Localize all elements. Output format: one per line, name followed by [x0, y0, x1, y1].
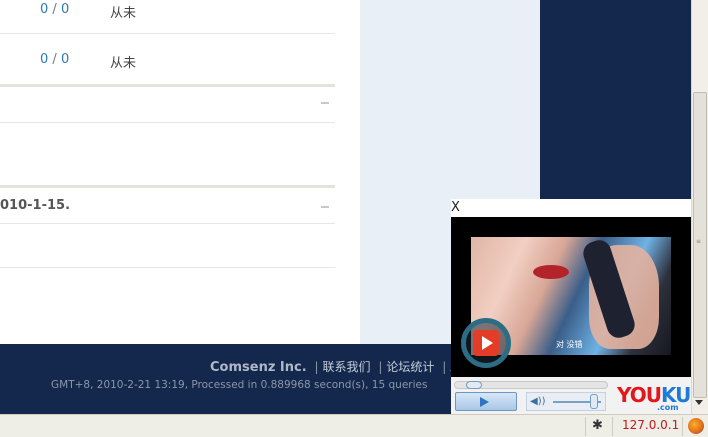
sidebar-dark-panel: [540, 0, 691, 200]
forum-content: 0 / 0 从未 0 / 0 从未 010-1-15.: [0, 0, 360, 344]
play-button[interactable]: [455, 392, 517, 411]
forum-replies-count[interactable]: 0: [61, 2, 69, 17]
browser-status-bar: ✱ 127.0.0.1: [0, 414, 708, 437]
scroll-down-arrow-icon[interactable]: [695, 400, 703, 405]
footer-link-contact[interactable]: 联系我们: [323, 360, 371, 374]
footer-processing-info: GMT+8, 2010-2-21 13:19, Processed in 0.8…: [51, 379, 428, 391]
scroll-grip-icon: ≡: [696, 238, 702, 245]
forum-stats: 0 / 0: [40, 52, 69, 67]
forum-replies-count[interactable]: 0: [61, 52, 69, 67]
big-play-button[interactable]: [461, 318, 511, 368]
footer-separator: |: [442, 360, 447, 374]
section-body: [0, 224, 335, 268]
section-header: [0, 87, 335, 123]
status-ip-address[interactable]: 127.0.0.1: [622, 418, 679, 432]
forum-row: 0 / 0 从未: [0, 0, 335, 34]
video-screen[interactable]: 对 没错: [451, 217, 691, 377]
footer-separator: |: [314, 360, 319, 374]
close-button[interactable]: X: [451, 200, 460, 215]
play-icon: [473, 330, 499, 356]
footer-separator: |: [378, 360, 383, 374]
status-divider: [682, 417, 683, 436]
youku-logo[interactable]: YOUKU .com: [617, 383, 691, 412]
video-lips-shape: [533, 265, 569, 279]
forum-stats: 0 / 0: [40, 2, 69, 17]
volume-icon[interactable]: ◀)): [530, 396, 546, 407]
forum-stats-separator: /: [48, 2, 61, 17]
status-divider: [612, 417, 613, 436]
scrollbar-thumb[interactable]: [693, 92, 707, 398]
volume-knob[interactable]: [590, 394, 598, 409]
forum-row: 0 / 0 从未: [0, 34, 335, 84]
collapse-icon[interactable]: [321, 102, 329, 104]
youku-logo-com: .com: [657, 403, 679, 412]
footer-links: Comsenz Inc. |联系我们 |论坛统计 |A: [210, 358, 459, 375]
firefox-icon[interactable]: [688, 418, 704, 434]
youku-logo-text: YOUKU: [617, 383, 691, 407]
forum-last-post: 从未: [110, 56, 137, 71]
player-controls: ◀)) YOUKU .com: [451, 377, 691, 414]
video-subtitle: 对 没错: [556, 340, 583, 349]
footer-link-stats[interactable]: 论坛统计: [386, 360, 434, 374]
section-header: [0, 188, 335, 224]
seek-knob[interactable]: [466, 381, 482, 389]
vertical-scrollbar[interactable]: ≡: [691, 0, 708, 414]
forum-last-post: 从未: [110, 6, 137, 21]
status-divider: [585, 417, 586, 436]
youku-logo-you: YOU: [617, 383, 662, 407]
seek-bar[interactable]: [454, 381, 608, 389]
volume-control[interactable]: ◀)): [526, 392, 606, 411]
footer-brand-link[interactable]: Comsenz Inc.: [210, 360, 307, 375]
forum-stats-separator: /: [48, 52, 61, 67]
firebug-icon[interactable]: ✱: [592, 418, 603, 433]
video-player-popup: X 对 没错 ◀)) YOUKU .com: [451, 199, 691, 414]
